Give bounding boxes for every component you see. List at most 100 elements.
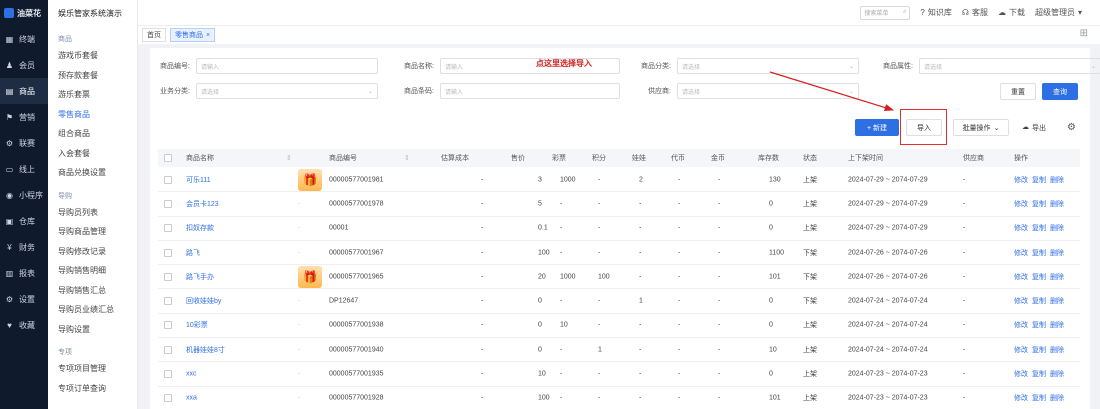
- delete-link[interactable]: 删除: [1050, 248, 1064, 258]
- goods-name-link[interactable]: 扣奴存款: [186, 223, 214, 233]
- cell-cost: -: [481, 200, 484, 208]
- cell-time: 2024-07-29 ~ 2074-07-29: [848, 200, 928, 208]
- cell-gold: -: [718, 273, 721, 281]
- select-all-checkbox[interactable]: [164, 154, 172, 162]
- goods-name-link[interactable]: 路飞手办: [186, 272, 214, 282]
- copy-link[interactable]: 复制: [1032, 369, 1046, 379]
- cell-points: -: [598, 370, 601, 378]
- edit-link[interactable]: 修改: [1014, 345, 1028, 355]
- row-checkbox[interactable]: [164, 199, 172, 208]
- row-actions: 修改 复制 删除: [1014, 369, 1064, 379]
- goods-name-link[interactable]: 路飞: [186, 248, 200, 258]
- cell-gold: -: [718, 321, 721, 329]
- cell-token: -: [678, 370, 681, 378]
- cell-cost: -: [481, 176, 484, 184]
- edit-link[interactable]: 修改: [1014, 393, 1028, 403]
- cell-supplier: -: [963, 394, 966, 402]
- row-checkbox[interactable]: [164, 370, 172, 379]
- cell-ticket: -: [560, 224, 563, 232]
- table-row: 机器娃娃8寸 · 00000577001940 - 0 - 1 - - - 10 上架 2024-07-…: [158, 338, 1080, 363]
- th-code: 商品编号: [329, 155, 357, 162]
- no-image-placeholder: ·: [298, 321, 301, 329]
- cell-time: 2024-07-24 ~ 2074-07-24: [848, 297, 928, 305]
- delete-link[interactable]: 删除: [1050, 345, 1064, 355]
- row-checkbox[interactable]: [164, 321, 172, 330]
- edit-link[interactable]: 修改: [1014, 223, 1028, 233]
- copy-link[interactable]: 复制: [1032, 320, 1046, 330]
- row-checkbox[interactable]: [164, 224, 172, 233]
- edit-link[interactable]: 修改: [1014, 199, 1028, 209]
- th-supplier: 供应商: [963, 155, 984, 162]
- cell-cost: -: [481, 273, 484, 281]
- edit-link[interactable]: 修改: [1014, 175, 1028, 185]
- cell-time: 2024-07-23 ~ 2074-07-23: [848, 370, 928, 378]
- edit-link[interactable]: 修改: [1014, 320, 1028, 330]
- edit-link[interactable]: 修改: [1014, 272, 1028, 282]
- cell-ticket: -: [560, 200, 563, 208]
- cell-price: 20: [538, 273, 546, 281]
- row-checkbox[interactable]: [164, 175, 172, 184]
- copy-link[interactable]: 复制: [1032, 272, 1046, 282]
- delete-link[interactable]: 删除: [1050, 175, 1064, 185]
- no-image-placeholder: ·: [298, 200, 301, 208]
- edit-link[interactable]: 修改: [1014, 369, 1028, 379]
- copy-link[interactable]: 复制: [1032, 296, 1046, 306]
- cell-cost: -: [481, 321, 484, 329]
- goods-name-link[interactable]: 机器娃娃8寸: [186, 345, 225, 355]
- goods-name-link[interactable]: 10彩票: [186, 320, 208, 330]
- cell-status: 上架: [803, 322, 817, 330]
- cell-code: 00000577001981: [329, 176, 384, 184]
- cell-price: 0.1: [538, 224, 548, 232]
- delete-link[interactable]: 删除: [1050, 272, 1064, 282]
- goods-name-link[interactable]: xxc: [186, 371, 197, 378]
- edit-link[interactable]: 修改: [1014, 296, 1028, 306]
- table-row: 可乐111 🎁 00000577001981 - 3 1000 - 2 - - 130 上架 2024-…: [158, 168, 1080, 193]
- table-row: xxa · 00000577001928 - 100 - - - - - 101 上架 2024-07-…: [158, 387, 1080, 409]
- cell-status: 上架: [803, 225, 817, 233]
- cell-code: 00001: [329, 224, 349, 232]
- row-checkbox[interactable]: [164, 272, 172, 281]
- row-actions: 修改 复制 删除: [1014, 272, 1064, 282]
- cell-token: -: [678, 297, 681, 305]
- copy-link[interactable]: 复制: [1032, 393, 1046, 403]
- cell-token: -: [678, 394, 681, 402]
- delete-link[interactable]: 删除: [1050, 199, 1064, 209]
- delete-link[interactable]: 删除: [1050, 296, 1064, 306]
- goods-name-link[interactable]: xxa: [186, 395, 197, 402]
- copy-link[interactable]: 复制: [1032, 345, 1046, 355]
- cell-price: 3: [538, 176, 542, 184]
- cell-time: 2024-07-23 ~ 2074-07-23: [848, 394, 928, 402]
- no-image-placeholder: ·: [298, 224, 301, 232]
- cell-cost: -: [481, 297, 484, 305]
- cell-supplier: -: [963, 370, 966, 378]
- cell-token: -: [678, 176, 681, 184]
- copy-link[interactable]: 复制: [1032, 223, 1046, 233]
- row-checkbox[interactable]: [164, 345, 172, 354]
- row-checkbox[interactable]: [164, 297, 172, 306]
- cell-code: 00000577001967: [329, 249, 384, 257]
- delete-link[interactable]: 删除: [1050, 320, 1064, 330]
- delete-link[interactable]: 删除: [1050, 393, 1064, 403]
- row-checkbox[interactable]: [164, 248, 172, 257]
- goods-name-link[interactable]: 会员卡123: [186, 199, 219, 209]
- row-actions: 修改 复制 删除: [1014, 393, 1064, 403]
- delete-link[interactable]: 删除: [1050, 223, 1064, 233]
- copy-link[interactable]: 复制: [1032, 199, 1046, 209]
- cell-ticket: -: [560, 249, 563, 257]
- cell-code: 00000577001940: [329, 346, 384, 354]
- cell-code: 00000577001928: [329, 394, 384, 402]
- goods-thumbnail: 🎁: [298, 169, 322, 191]
- cell-price: 100: [538, 394, 550, 402]
- copy-link[interactable]: 复制: [1032, 248, 1046, 258]
- goods-name-link[interactable]: 可乐111: [186, 175, 211, 185]
- goods-name-link[interactable]: 回收娃娃by: [186, 296, 221, 306]
- copy-link[interactable]: 复制: [1032, 175, 1046, 185]
- edit-link[interactable]: 修改: [1014, 248, 1028, 258]
- delete-link[interactable]: 删除: [1050, 369, 1064, 379]
- row-checkbox[interactable]: [164, 394, 172, 403]
- sort-icon[interactable]: ⇕: [404, 154, 410, 162]
- sort-icon[interactable]: ⇕: [286, 154, 292, 162]
- cell-stock: 0: [769, 297, 773, 305]
- cell-price: 10: [538, 370, 546, 378]
- cell-supplier: -: [963, 224, 966, 232]
